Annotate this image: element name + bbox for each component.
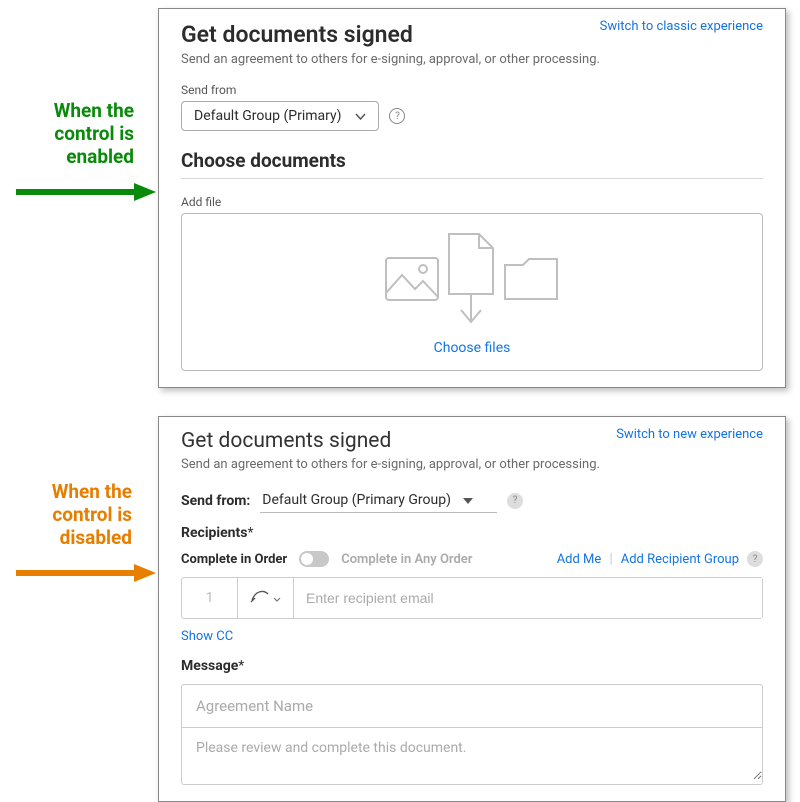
complete-any-order-label: Complete in Any Order (341, 552, 472, 567)
panel-disabled: Switch to new experience Get documents s… (158, 416, 786, 802)
recipient-order-number: 1 (182, 578, 238, 618)
page-subtitle: Send an agreement to others for e-signin… (181, 52, 763, 67)
chevron-down-icon (273, 590, 281, 606)
send-from-value: Default Group (Primary Group) (262, 492, 451, 508)
send-from-label: Send from (181, 83, 763, 97)
help-icon[interactable]: ? (389, 108, 405, 124)
send-from-select[interactable]: Default Group (Primary Group) (260, 488, 497, 513)
send-from-value: Default Group (Primary) (194, 108, 341, 124)
file-download-icon (445, 232, 497, 330)
switch-to-classic-link[interactable]: Switch to classic experience (600, 19, 763, 34)
divider (181, 178, 763, 179)
divider: | (609, 551, 612, 567)
image-icon (385, 257, 439, 305)
send-from-select[interactable]: Default Group (Primary) (181, 101, 379, 131)
show-cc-link[interactable]: Show CC (181, 629, 233, 644)
caret-down-icon (463, 492, 473, 508)
pen-icon (250, 588, 270, 608)
annotation-disabled: When the control is disabled (8, 480, 132, 549)
folder-icon (503, 257, 559, 305)
recipients-heading: Recipients (181, 525, 247, 541)
order-toggle[interactable] (299, 551, 329, 567)
add-me-link[interactable]: Add Me (557, 552, 602, 567)
add-recipient-group-link[interactable]: Add Recipient Group (621, 552, 739, 567)
file-dropzone[interactable]: Choose files (181, 213, 763, 371)
help-icon[interactable]: ? (747, 551, 763, 567)
agreement-message-textarea[interactable] (182, 728, 762, 780)
annotation-enabled: When the control is enabled (12, 99, 134, 168)
switch-to-new-link[interactable]: Switch to new experience (616, 427, 763, 442)
recipient-email-input[interactable] (294, 578, 762, 618)
arrow-disabled-icon (16, 564, 156, 586)
arrow-enabled-icon (16, 183, 156, 205)
complete-in-order-label: Complete in Order (181, 552, 287, 567)
agreement-name-input[interactable]: Agreement Name (182, 685, 762, 728)
recipient-role-select[interactable] (238, 578, 294, 618)
choose-documents-heading: Choose documents (181, 149, 763, 172)
chevron-down-icon (355, 108, 366, 124)
add-file-label: Add file (181, 195, 763, 209)
choose-files-link[interactable]: Choose files (434, 340, 511, 356)
message-heading: Message (181, 658, 238, 674)
panel-enabled: Switch to classic experience Get documen… (158, 8, 786, 388)
send-from-label: Send from: (181, 493, 250, 509)
page-subtitle: Send an agreement to others for e-signin… (181, 457, 763, 472)
help-icon[interactable]: ? (507, 493, 523, 509)
recipient-row: 1 (181, 577, 763, 619)
